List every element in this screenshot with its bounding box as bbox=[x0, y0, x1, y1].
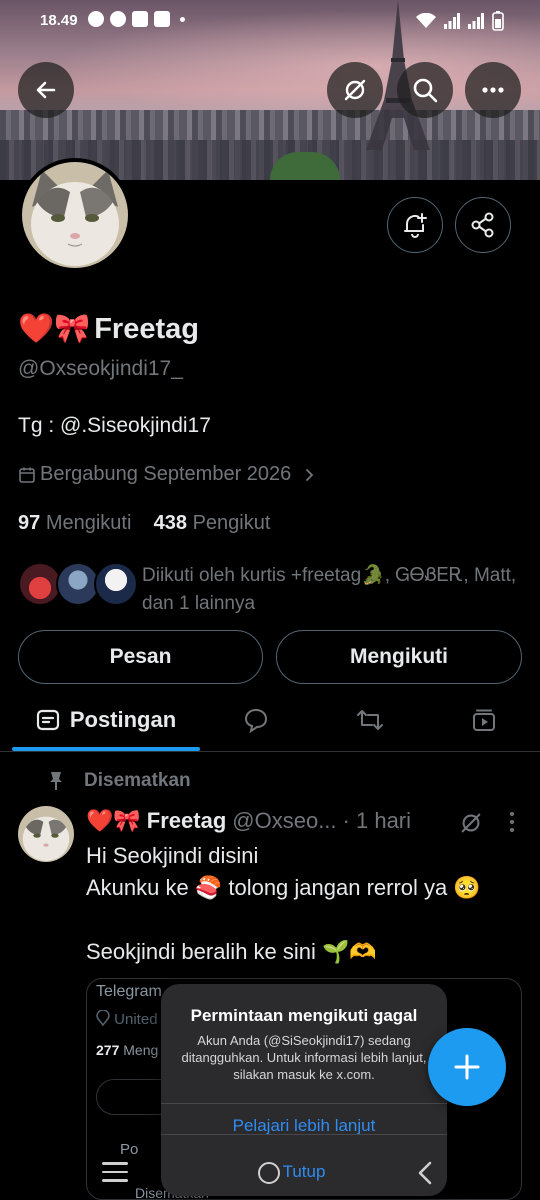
card-title: Telegram bbox=[96, 983, 162, 1000]
calendar-icon bbox=[19, 467, 35, 483]
post-line: Akunku ke 🍣 tolong jangan rerrol ya 🥺 bbox=[86, 875, 481, 900]
post-header: ❤️🎀 Freetag @Oxseo... · 1 hari bbox=[86, 808, 411, 834]
repost-icon bbox=[357, 710, 383, 730]
card-tab: Po bbox=[120, 1141, 138, 1158]
chevron-right-icon bbox=[306, 468, 314, 481]
grok-post-icon[interactable] bbox=[458, 810, 484, 836]
tab-posts[interactable]: Postingan bbox=[12, 690, 200, 750]
cat-avatar-image bbox=[18, 806, 74, 862]
posts-icon bbox=[36, 709, 59, 731]
profile-bio: Tg : @.Siseokjindi17 bbox=[18, 414, 211, 437]
error-dialog: Permintaan mengikuti gagal Akun Anda (@S… bbox=[161, 984, 447, 1196]
media-icon bbox=[473, 709, 495, 731]
profile-name-text: Freetag bbox=[94, 312, 199, 345]
status-time: 18.49 bbox=[40, 12, 78, 29]
close-dialog-button[interactable]: Tutup bbox=[161, 1162, 447, 1182]
learn-more-button[interactable]: Pelajari lebih lanjut bbox=[161, 1116, 447, 1136]
post-more-icon[interactable] bbox=[508, 811, 516, 833]
profile-handle: @Oxseokjindi17_ bbox=[18, 357, 183, 380]
nav-back-icon[interactable] bbox=[416, 1160, 434, 1186]
tab-media[interactable] bbox=[438, 690, 530, 750]
followers-label: Pengikut bbox=[192, 512, 271, 534]
more-horizontal-icon bbox=[482, 87, 504, 93]
reply-icon bbox=[244, 708, 268, 733]
following-button[interactable]: Mengikuti bbox=[276, 630, 522, 684]
dialog-message: Akun Anda (@SiSeokjindi17) sedang ditang… bbox=[181, 1033, 427, 1082]
followers-count: 438 bbox=[153, 512, 188, 534]
notification-icons bbox=[88, 11, 185, 27]
profile-avatar[interactable] bbox=[18, 158, 132, 272]
active-tab-indicator bbox=[12, 747, 200, 751]
followed-by[interactable]: Diikuti oleh kurtis +freetag🐊, ᏀᎾᏰᎬᎡ, Ma… bbox=[18, 560, 528, 614]
profile-name: ❤️🎀 Freetag bbox=[18, 312, 199, 346]
location-icon bbox=[96, 1009, 110, 1027]
tab-replies[interactable] bbox=[210, 690, 302, 750]
dialog-divider bbox=[161, 1134, 447, 1135]
mail-icon bbox=[132, 11, 148, 27]
pinned-label: Disematkan bbox=[48, 770, 191, 792]
system-icons bbox=[416, 11, 504, 31]
post-author-handle[interactable]: @Oxseo... bbox=[232, 808, 336, 834]
follower-avatar bbox=[94, 562, 138, 606]
chat-icon bbox=[110, 11, 126, 27]
share-icon bbox=[471, 212, 494, 238]
status-bar: 18.49 bbox=[0, 0, 540, 44]
post-time: · 1 hari bbox=[342, 808, 412, 833]
profile-name-emoji: ❤️🎀 bbox=[18, 313, 91, 345]
profile-tabs: Postingan bbox=[0, 690, 540, 752]
tab-posts-label: Postingan bbox=[69, 707, 177, 732]
following-label: Mengikuti bbox=[45, 512, 132, 534]
following-count: 97 bbox=[18, 512, 41, 534]
facebook-icon bbox=[88, 11, 104, 27]
signal-icon bbox=[444, 13, 460, 29]
more-button[interactable] bbox=[465, 62, 521, 118]
card-tab-label: Po bbox=[120, 1141, 139, 1158]
card-stats: 277 Meng bbox=[96, 1042, 158, 1058]
bell-plus-icon bbox=[404, 213, 427, 238]
following-stat[interactable]: 97 Mengikuti bbox=[18, 512, 131, 534]
notify-button[interactable] bbox=[387, 197, 443, 253]
dialog-divider bbox=[161, 1103, 447, 1104]
grok-button[interactable] bbox=[327, 62, 383, 118]
arrow-left-icon bbox=[36, 81, 56, 99]
card-count-label: Meng bbox=[123, 1042, 159, 1058]
message-button[interactable]: Pesan bbox=[18, 630, 263, 684]
post-line: Seokjindi beralih ke sini 🌱🫶 bbox=[86, 939, 377, 964]
post-author-name[interactable]: Freetag bbox=[147, 808, 226, 834]
search-icon bbox=[413, 78, 438, 103]
back-button[interactable] bbox=[18, 62, 74, 118]
followed-by-text: Diikuti oleh kurtis +freetag🐊, ᏀᎾᏰᎬᎡ, Ma… bbox=[142, 565, 517, 614]
slash-circle-icon bbox=[344, 79, 366, 101]
post-author-avatar[interactable] bbox=[18, 806, 74, 862]
tab-reposts[interactable] bbox=[324, 690, 416, 750]
post-body: Hi Seokjindi disini Akunku ke 🍣 tolong j… bbox=[86, 840, 526, 968]
card-location-text: United bbox=[114, 1011, 158, 1028]
post-line bbox=[86, 904, 526, 936]
dialog-title: Permintaan mengikuti gagal bbox=[190, 1006, 418, 1025]
post-author-emoji: ❤️🎀 bbox=[86, 808, 141, 833]
battery-icon bbox=[492, 11, 504, 31]
follow-stats: 97 Mengikuti 438 Pengikut bbox=[18, 512, 270, 535]
card-count: 277 bbox=[96, 1042, 120, 1058]
wifi-icon bbox=[416, 13, 436, 28]
followers-stat[interactable]: 438 Pengikut bbox=[154, 512, 271, 534]
shop-icon bbox=[154, 11, 170, 27]
compose-button[interactable] bbox=[428, 1028, 506, 1106]
signal-icon-2 bbox=[468, 13, 484, 29]
card-location: United bbox=[96, 1009, 158, 1028]
more-notifications-dot-icon bbox=[180, 16, 185, 22]
post-line: Hi Seokjindi disini bbox=[86, 843, 259, 868]
pin-icon bbox=[50, 772, 62, 790]
joined-date[interactable]: Bergabung September 2026 bbox=[18, 463, 317, 486]
search-button[interactable] bbox=[397, 62, 453, 118]
plus-icon bbox=[454, 1054, 480, 1080]
home-icon[interactable] bbox=[258, 1162, 280, 1184]
joined-text: Bergabung September 2026 bbox=[40, 463, 292, 485]
share-button[interactable] bbox=[455, 197, 511, 253]
pinned-text: Disematkan bbox=[84, 770, 191, 791]
cat-avatar-image bbox=[22, 162, 128, 268]
recent-apps-icon[interactable] bbox=[102, 1162, 128, 1188]
